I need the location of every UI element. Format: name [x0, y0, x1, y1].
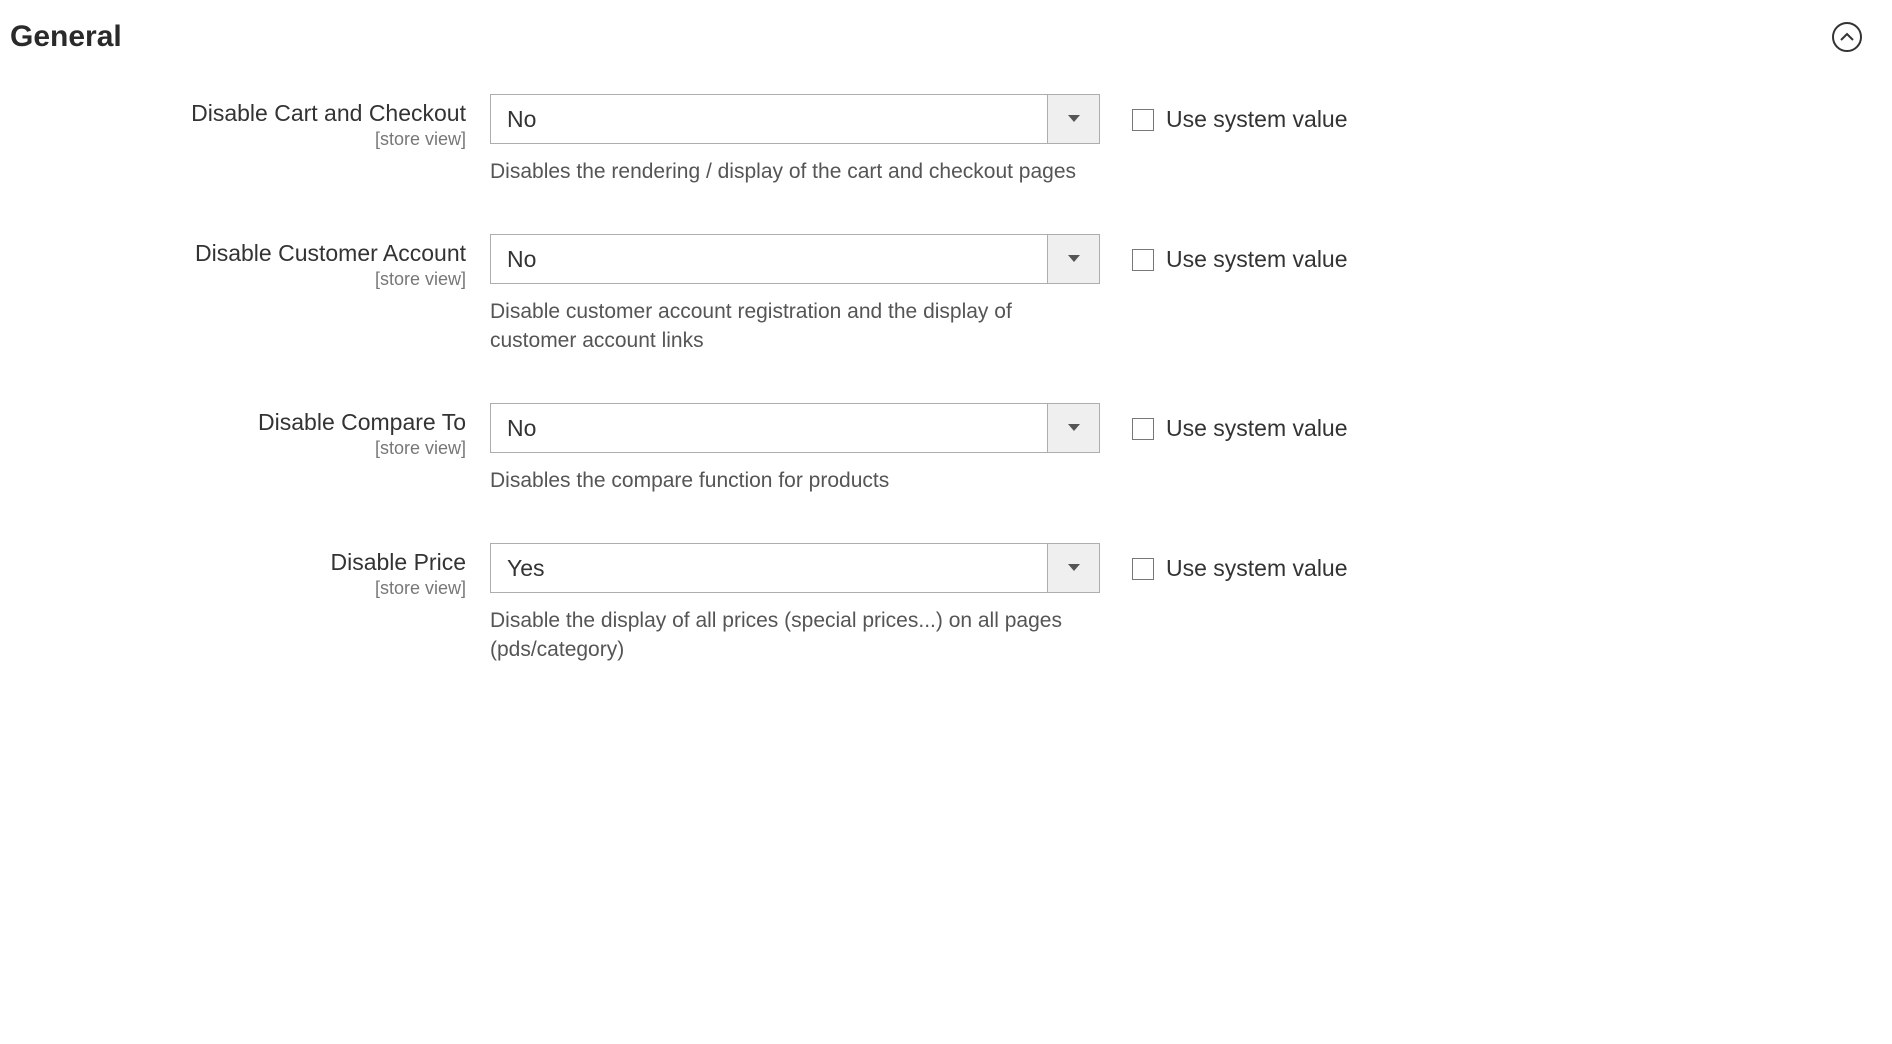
chevron-down-icon	[1067, 563, 1081, 573]
use-system-checkbox-customer[interactable]	[1132, 249, 1154, 271]
use-system-checkbox-cart[interactable]	[1132, 109, 1154, 131]
use-system-col: Use system value	[1100, 543, 1348, 582]
field-note: Disable customer account registration an…	[490, 298, 1100, 355]
scope-label: [store view]	[10, 438, 466, 459]
field-note: Disable the display of all prices (speci…	[490, 607, 1100, 664]
field-disable-customer-account: Disable Customer Account [store view] No…	[10, 234, 1882, 355]
section-title: General	[10, 20, 122, 54]
select-value: Yes	[491, 544, 1047, 592]
scope-label: [store view]	[10, 269, 466, 290]
select-value: No	[491, 95, 1047, 143]
disable-cart-select[interactable]: No	[490, 94, 1100, 144]
use-system-label[interactable]: Use system value	[1166, 246, 1348, 273]
field-label: Disable Cart and Checkout	[10, 100, 466, 127]
field-control-col: Yes Disable the display of all prices (s…	[490, 543, 1100, 664]
field-label: Disable Price	[10, 549, 466, 576]
dropdown-arrow	[1047, 95, 1099, 143]
dropdown-arrow	[1047, 404, 1099, 452]
chevron-down-icon	[1067, 254, 1081, 264]
use-system-checkbox-compare[interactable]	[1132, 418, 1154, 440]
chevron-down-icon	[1067, 423, 1081, 433]
use-system-col: Use system value	[1100, 403, 1348, 442]
field-control-col: No Disable customer account registration…	[490, 234, 1100, 355]
disable-compare-select[interactable]: No	[490, 403, 1100, 453]
select-value: No	[491, 235, 1047, 283]
use-system-col: Use system value	[1100, 94, 1348, 133]
field-label-col: Disable Price [store view]	[10, 543, 490, 599]
chevron-down-icon	[1067, 114, 1081, 124]
field-label-col: Disable Cart and Checkout [store view]	[10, 94, 490, 150]
field-label: Disable Customer Account	[10, 240, 466, 267]
field-disable-price: Disable Price [store view] Yes Disable t…	[10, 543, 1882, 664]
field-disable-compare: Disable Compare To [store view] No Disab…	[10, 403, 1882, 495]
select-value: No	[491, 404, 1047, 452]
dropdown-arrow	[1047, 544, 1099, 592]
use-system-col: Use system value	[1100, 234, 1348, 273]
scope-label: [store view]	[10, 129, 466, 150]
disable-customer-account-select[interactable]: No	[490, 234, 1100, 284]
disable-price-select[interactable]: Yes	[490, 543, 1100, 593]
scope-label: [store view]	[10, 578, 466, 599]
field-label-col: Disable Customer Account [store view]	[10, 234, 490, 290]
use-system-label[interactable]: Use system value	[1166, 555, 1348, 582]
field-label: Disable Compare To	[10, 409, 466, 436]
use-system-label[interactable]: Use system value	[1166, 106, 1348, 133]
use-system-label[interactable]: Use system value	[1166, 415, 1348, 442]
section-header: General	[10, 10, 1882, 94]
dropdown-arrow	[1047, 235, 1099, 283]
field-label-col: Disable Compare To [store view]	[10, 403, 490, 459]
field-control-col: No Disables the rendering / display of t…	[490, 94, 1100, 186]
field-note: Disables the rendering / display of the …	[490, 158, 1100, 186]
chevron-up-icon	[1840, 30, 1854, 44]
field-disable-cart: Disable Cart and Checkout [store view] N…	[10, 94, 1882, 186]
field-control-col: No Disables the compare function for pro…	[490, 403, 1100, 495]
field-note: Disables the compare function for produc…	[490, 467, 1100, 495]
use-system-checkbox-price[interactable]	[1132, 558, 1154, 580]
collapse-button[interactable]	[1832, 22, 1862, 52]
